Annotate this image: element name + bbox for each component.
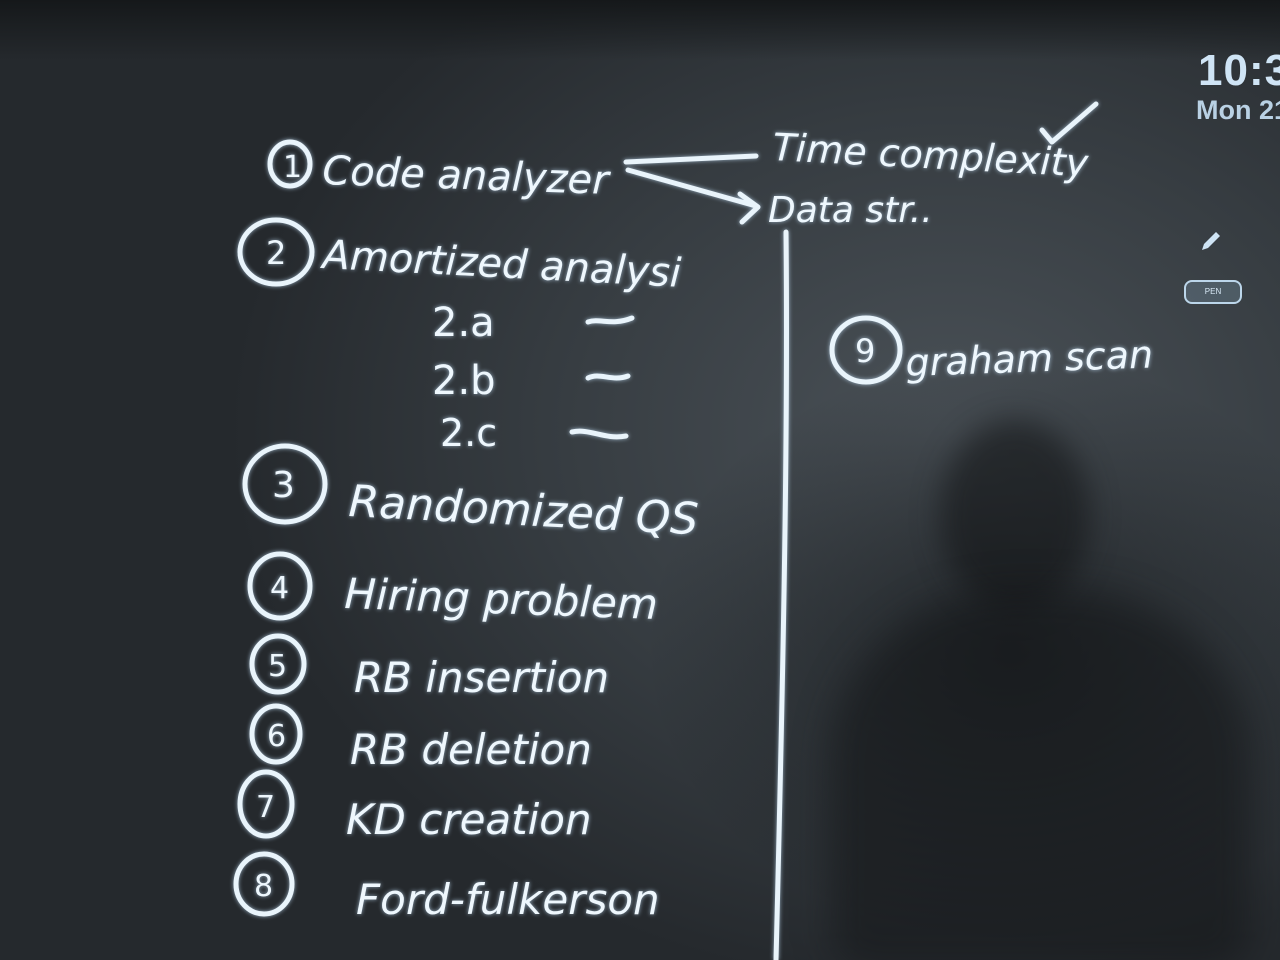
board-top-edge [0,0,1280,60]
person-reflection-body [830,590,1250,960]
item-2-circle [237,217,315,287]
item-5-text: RB insertion [354,653,609,702]
pen-tool-button[interactable]: PEN [1184,280,1242,304]
person-reflection-head [940,420,1090,610]
item-3-circle [242,443,328,525]
item-7-text: KD creation [346,795,592,844]
subitem-2c: 2.c [440,411,497,455]
item-1-number: 1 [283,150,302,185]
item-3-number: 3 [272,465,295,506]
subitem-2b-dash [585,373,631,381]
item-4-text: Hiring problem [344,569,659,629]
item-5-circle [249,633,307,695]
branch-arrow-bottom [625,167,761,225]
item-6-circle [249,703,303,765]
item-1-circle [267,139,313,189]
pen-icon[interactable] [1198,228,1224,254]
item-2-number: 2 [266,234,286,272]
subitem-2c-dash [569,428,629,440]
item-6-number: 6 [267,719,286,754]
branch-time-complexity: Time complexity [772,125,1090,185]
subitem-2b: 2.b [432,358,496,404]
item-9-text: graham scan [905,332,1154,385]
item-4-number: 4 [270,571,289,606]
item-1-text: Code analyzer [322,148,612,204]
item-5-number: 5 [268,649,287,684]
subitem-2a-dash [585,315,635,325]
item-6-text: RB deletion [350,725,592,774]
item-8-number: 8 [254,869,273,904]
item-2-text: Amortized analysi [318,232,682,297]
item-7-circle [237,769,295,839]
item-7-number: 7 [256,790,275,825]
clock-time: 10:3 [1198,46,1280,95]
photo-scene: 1 Code analyzer Time complexity Data str… [0,0,1280,960]
branch-data-structures: Data str.. [768,190,933,231]
item-9-circle [829,315,903,385]
item-8-text: Ford-fulkerson [356,875,660,924]
item-9-number: 9 [855,332,875,370]
subitem-2a: 2.a [432,300,495,346]
item-3-text: Randomized QS [347,476,699,545]
item-8-circle [233,851,295,917]
item-4-circle [247,551,313,621]
clock-date: Mon 21 [1196,95,1280,125]
divider-line [773,229,790,960]
branch-line-top [623,153,759,165]
checkmark-icon [1039,101,1099,145]
